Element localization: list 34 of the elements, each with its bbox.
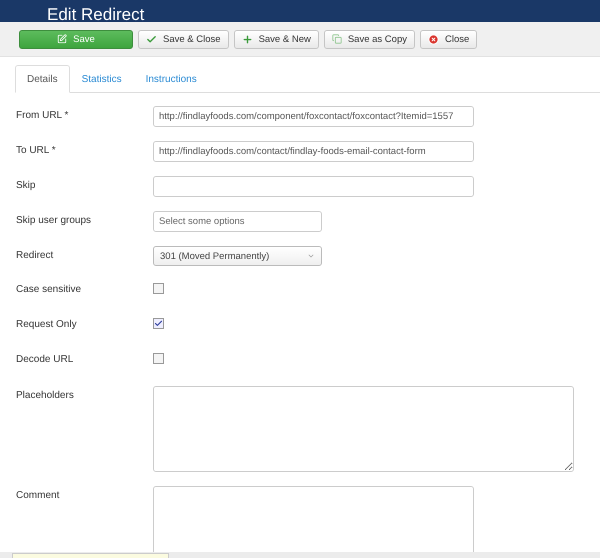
toolbar-button[interactable]: Save & New — [234, 30, 319, 48]
checkbox[interactable] — [153, 283, 164, 294]
toolbar-button[interactable]: Save as Copy — [324, 30, 415, 48]
field-label: Placeholders — [16, 389, 75, 401]
field-label: Redirect — [16, 249, 54, 261]
close-icon — [428, 34, 439, 44]
select-dropdown[interactable]: 301 (Moved Permanently) — [153, 246, 322, 266]
field-label: Skip — [16, 179, 36, 191]
multi-select-field[interactable]: Select some options — [153, 211, 322, 232]
checkbox[interactable] — [153, 318, 164, 329]
toolbar-button[interactable]: Close — [420, 30, 478, 48]
text-field[interactable]: http://findlayfoods.com/component/foxcontact/foxcontact?Itemid=1557 — [153, 106, 474, 127]
text-field[interactable] — [153, 176, 474, 197]
copy-icon — [332, 34, 342, 44]
field-label: Request Only — [16, 318, 78, 330]
field-label: Skip user groups — [16, 214, 92, 226]
tab[interactable]: Details — [15, 65, 70, 93]
text-field[interactable]: http://findlayfoods.com/contact/findlay-foods-email-contact-form — [153, 141, 474, 162]
field-label: From URL * — [16, 109, 70, 121]
caret-icon — [307, 252, 315, 260]
field-label: Case sensitive — [16, 283, 82, 295]
tab[interactable]: Statistics — [70, 65, 134, 93]
text-area[interactable] — [153, 386, 574, 472]
field-label: To URL * — [16, 144, 57, 156]
field-label: Comment — [16, 489, 60, 501]
toolbar-button[interactable]: Save & Close — [138, 30, 229, 48]
check-icon — [146, 34, 157, 44]
checkbox[interactable] — [153, 353, 164, 364]
field-label: Decode URL — [16, 353, 74, 365]
edit-icon — [57, 34, 68, 44]
page-title: Edit Redirect — [47, 5, 144, 22]
tab[interactable]: Instructions — [134, 65, 209, 93]
input-field[interactable] — [12, 553, 169, 558]
plus-icon — [242, 34, 253, 44]
